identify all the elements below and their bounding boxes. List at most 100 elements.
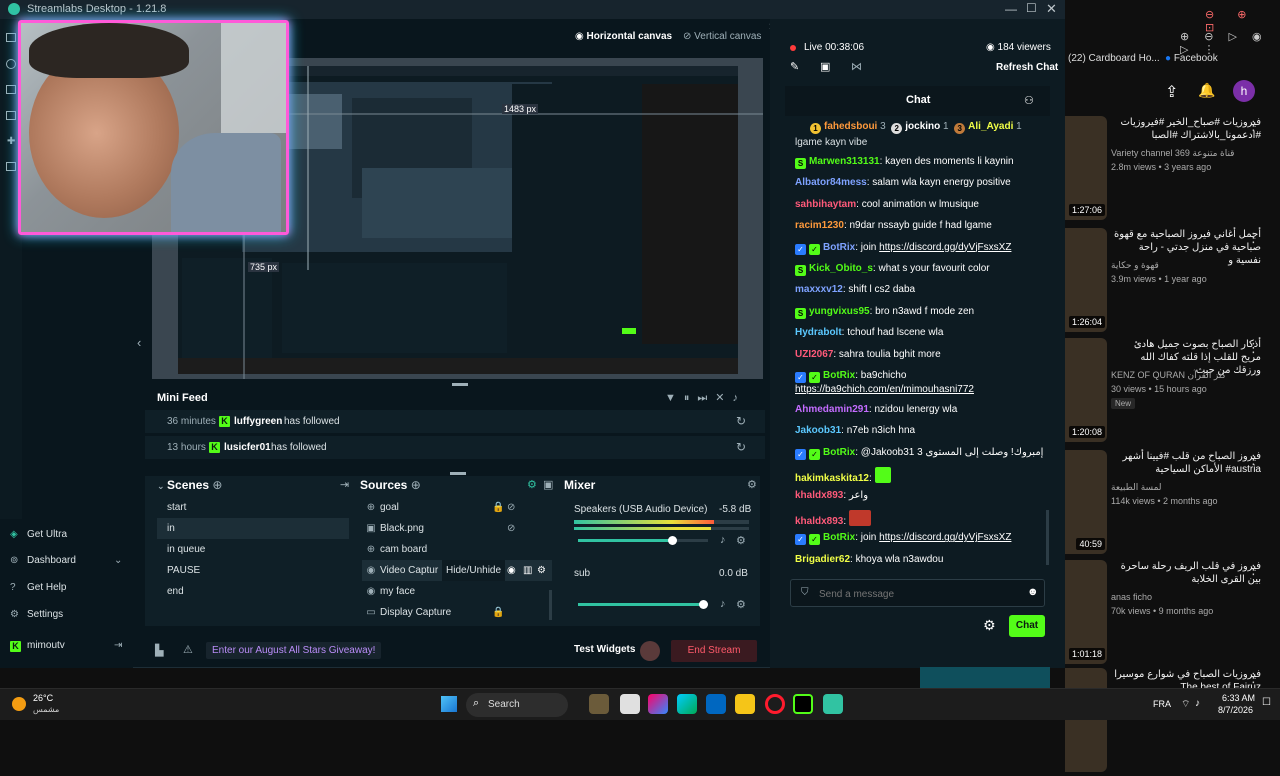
source-item[interactable]: ▭ Display Capture 🔒 [362,602,552,623]
chat-username[interactable]: BotRix [823,532,855,543]
scene-transitions-icon[interactable]: ⇥ [340,478,349,491]
chat-username[interactable]: BotRix [823,447,855,458]
chat-scrollbar[interactable] [1046,510,1049,565]
task-view-icon[interactable] [620,694,640,714]
video-thumbnail[interactable]: 1:20:08 [1065,338,1107,442]
chat-username[interactable]: racim1230 [795,220,844,231]
logout-icon[interactable]: ⇥ [114,634,122,658]
layout-icon[interactable] [6,162,16,171]
copilot-icon[interactable] [648,694,668,714]
edge-icon[interactable] [677,694,697,714]
video-thumbnail[interactable]: 1:01:18 [1065,560,1107,664]
clock-time[interactable]: 6:33 AM [1222,693,1255,703]
end-stream-button[interactable]: End Stream [671,640,757,662]
video-thumbnail[interactable]: 1:27:06 [1065,116,1107,220]
giveaway-banner[interactable]: Enter our August All Stars Giveaway! [206,642,382,659]
chat-input-box[interactable]: ⛉ ☻ [790,579,1045,607]
scene-item[interactable]: start [157,497,349,518]
chat-username[interactable]: Albator84mess [795,177,867,188]
scene-item[interactable]: end [157,581,349,602]
sidebar-item-settings[interactable]: ⚙ Settings [0,603,133,627]
video-item[interactable]: 1:20:08 أذكار الصباح بصوت جميل هادئ مريح … [1065,334,1280,446]
sidebar-item-get-help[interactable]: ? Get Help [0,576,133,600]
video-title[interactable]: فيروز في قلب الريف رحلة ساحرة بين القرى … [1111,560,1261,586]
video-item[interactable]: 40:59 فيروز الصباح من قلب #فيينا أشهر الأ… [1065,446,1280,558]
repeat-icon[interactable]: ↻ [736,440,746,454]
lock-icon[interactable]: 🔒 [492,602,504,623]
add-icon[interactable]: ✚ [7,136,15,147]
highlighter-icon[interactable] [6,111,16,120]
video-item[interactable]: فيروزيات الصباح في شوارع موسيرا The best… [1065,664,1280,776]
sidebar-user[interactable]: Kmimoutv ⇥ [0,634,133,658]
video-thumbnail[interactable]: 1:26:04 [1065,228,1107,332]
chat-username[interactable]: BotRix [823,242,855,253]
send-chat-button[interactable]: Chat [1009,615,1045,637]
chat-username[interactable]: hakimkaskita12 [795,473,869,484]
store-icon[interactable] [706,694,726,714]
collapse-left-icon[interactable]: ‹ [137,335,141,350]
editor-icon[interactable] [6,33,16,42]
apps-icon[interactable] [6,85,16,94]
clip-icon[interactable]: ▣ [820,60,830,73]
eye-icon[interactable]: ◉ [507,560,516,581]
pause-icon[interactable]: ⏸ [684,392,698,404]
emoji-icon[interactable]: ☻ [1027,586,1039,598]
start-icon[interactable] [441,696,457,712]
edit-icon[interactable]: ✎ [790,60,799,73]
source-item[interactable]: ▣ Black.png ⊘ [362,518,552,539]
video-item[interactable]: 1:26:04 أجمل أغاني فيروز الصباحية مع قهوة… [1065,224,1280,336]
notification-icon[interactable]: ☐ [1262,697,1271,708]
opera-icon[interactable] [765,694,785,714]
chat-username[interactable]: BotRix [823,370,855,381]
video-channel[interactable]: قهوة و حكاية [1111,260,1261,271]
browser-tab[interactable]: (22) Cardboard Ho... [1068,53,1160,64]
volume-slider[interactable] [578,600,709,609]
source-item[interactable]: ◉ my face [362,581,552,602]
video-channel[interactable]: Variety channel 369 قناة متنوعة [1111,148,1261,159]
source-item[interactable]: ⊕ cam board [362,539,552,560]
chat-username[interactable]: khaldx893 [795,490,843,501]
trash-icon[interactable]: ▥ [523,560,532,581]
streamlabs-icon[interactable] [823,694,843,714]
vertical-canvas-toggle[interactable]: ⊘ Vertical canvas [683,31,761,42]
volume-icon[interactable]: ♪ [733,392,747,404]
video-channel[interactable]: anas ficho [1111,592,1261,602]
add-source-icon[interactable]: ⊕ [411,478,421,492]
folder-icon[interactable]: ▣ [543,478,553,491]
chat-username[interactable]: Marwen313131 [809,156,880,167]
chat-username[interactable]: Ahmedamin291 [795,404,869,415]
file-explorer-icon[interactable] [589,694,609,714]
chat-link[interactable]: https://discord.gg/dyVjFsxsXZ [879,532,1011,543]
video-channel[interactable]: لمسة الطبيعة [1111,482,1261,493]
scene-item[interactable]: PAUSE [157,560,349,581]
performance-icon[interactable]: ▙ [155,644,163,657]
source-item-hover[interactable]: ◉ Video Captur Hide/Unhide ◉ ▥ ⚙ [362,560,552,581]
video-thumbnail[interactable] [1065,668,1107,772]
source-item[interactable]: ⊕ goal 🔒 ⊘ [362,497,552,518]
folder-icon[interactable] [735,694,755,714]
search-box[interactable]: ⌕ Search [466,693,568,717]
sidebar-item-dashboard[interactable]: ⊚ Dashboard ⌄ [0,549,133,573]
chat-input[interactable] [819,586,1019,602]
more-icon[interactable]: ⋮ [1247,452,1260,468]
gear-icon[interactable]: ⚙ [736,598,746,611]
video-channel[interactable]: KENZ OF QURAN كنز القرآن [1111,370,1261,381]
network-icon[interactable]: ⌔ [1181,698,1190,711]
chat-link[interactable]: https://ba9chich.com/en/mimouhasni772 [795,384,974,395]
video-item[interactable]: 1:01:18 فيروز في قلب الريف رحلة ساحرة بين… [1065,556,1280,668]
mute-icon[interactable]: ♪ [720,534,726,546]
video-item[interactable]: 1:27:06 فيروزيات #صباح_الخير #فيروزيات #ا… [1065,112,1280,224]
kick-app-icon[interactable] [793,694,813,714]
more-icon[interactable]: ⋮ [1247,562,1260,578]
chat-username[interactable]: yungvixus95 [809,306,870,317]
scene-item-active[interactable]: in [157,518,349,539]
gear-icon[interactable]: ⚙ [537,560,546,581]
resize-handle[interactable] [450,472,466,475]
chat-username[interactable]: Brigadier62 [795,554,850,565]
eye-off-icon[interactable]: ⊘ [507,518,515,539]
scene-item[interactable]: in queue [157,539,349,560]
mute-icon[interactable]: ✕ [715,392,732,404]
horizontal-canvas-toggle[interactable]: ◉ Horizontal canvas [575,31,672,42]
themes-icon[interactable] [6,59,16,69]
gear-icon[interactable]: ⚙ [736,534,746,547]
